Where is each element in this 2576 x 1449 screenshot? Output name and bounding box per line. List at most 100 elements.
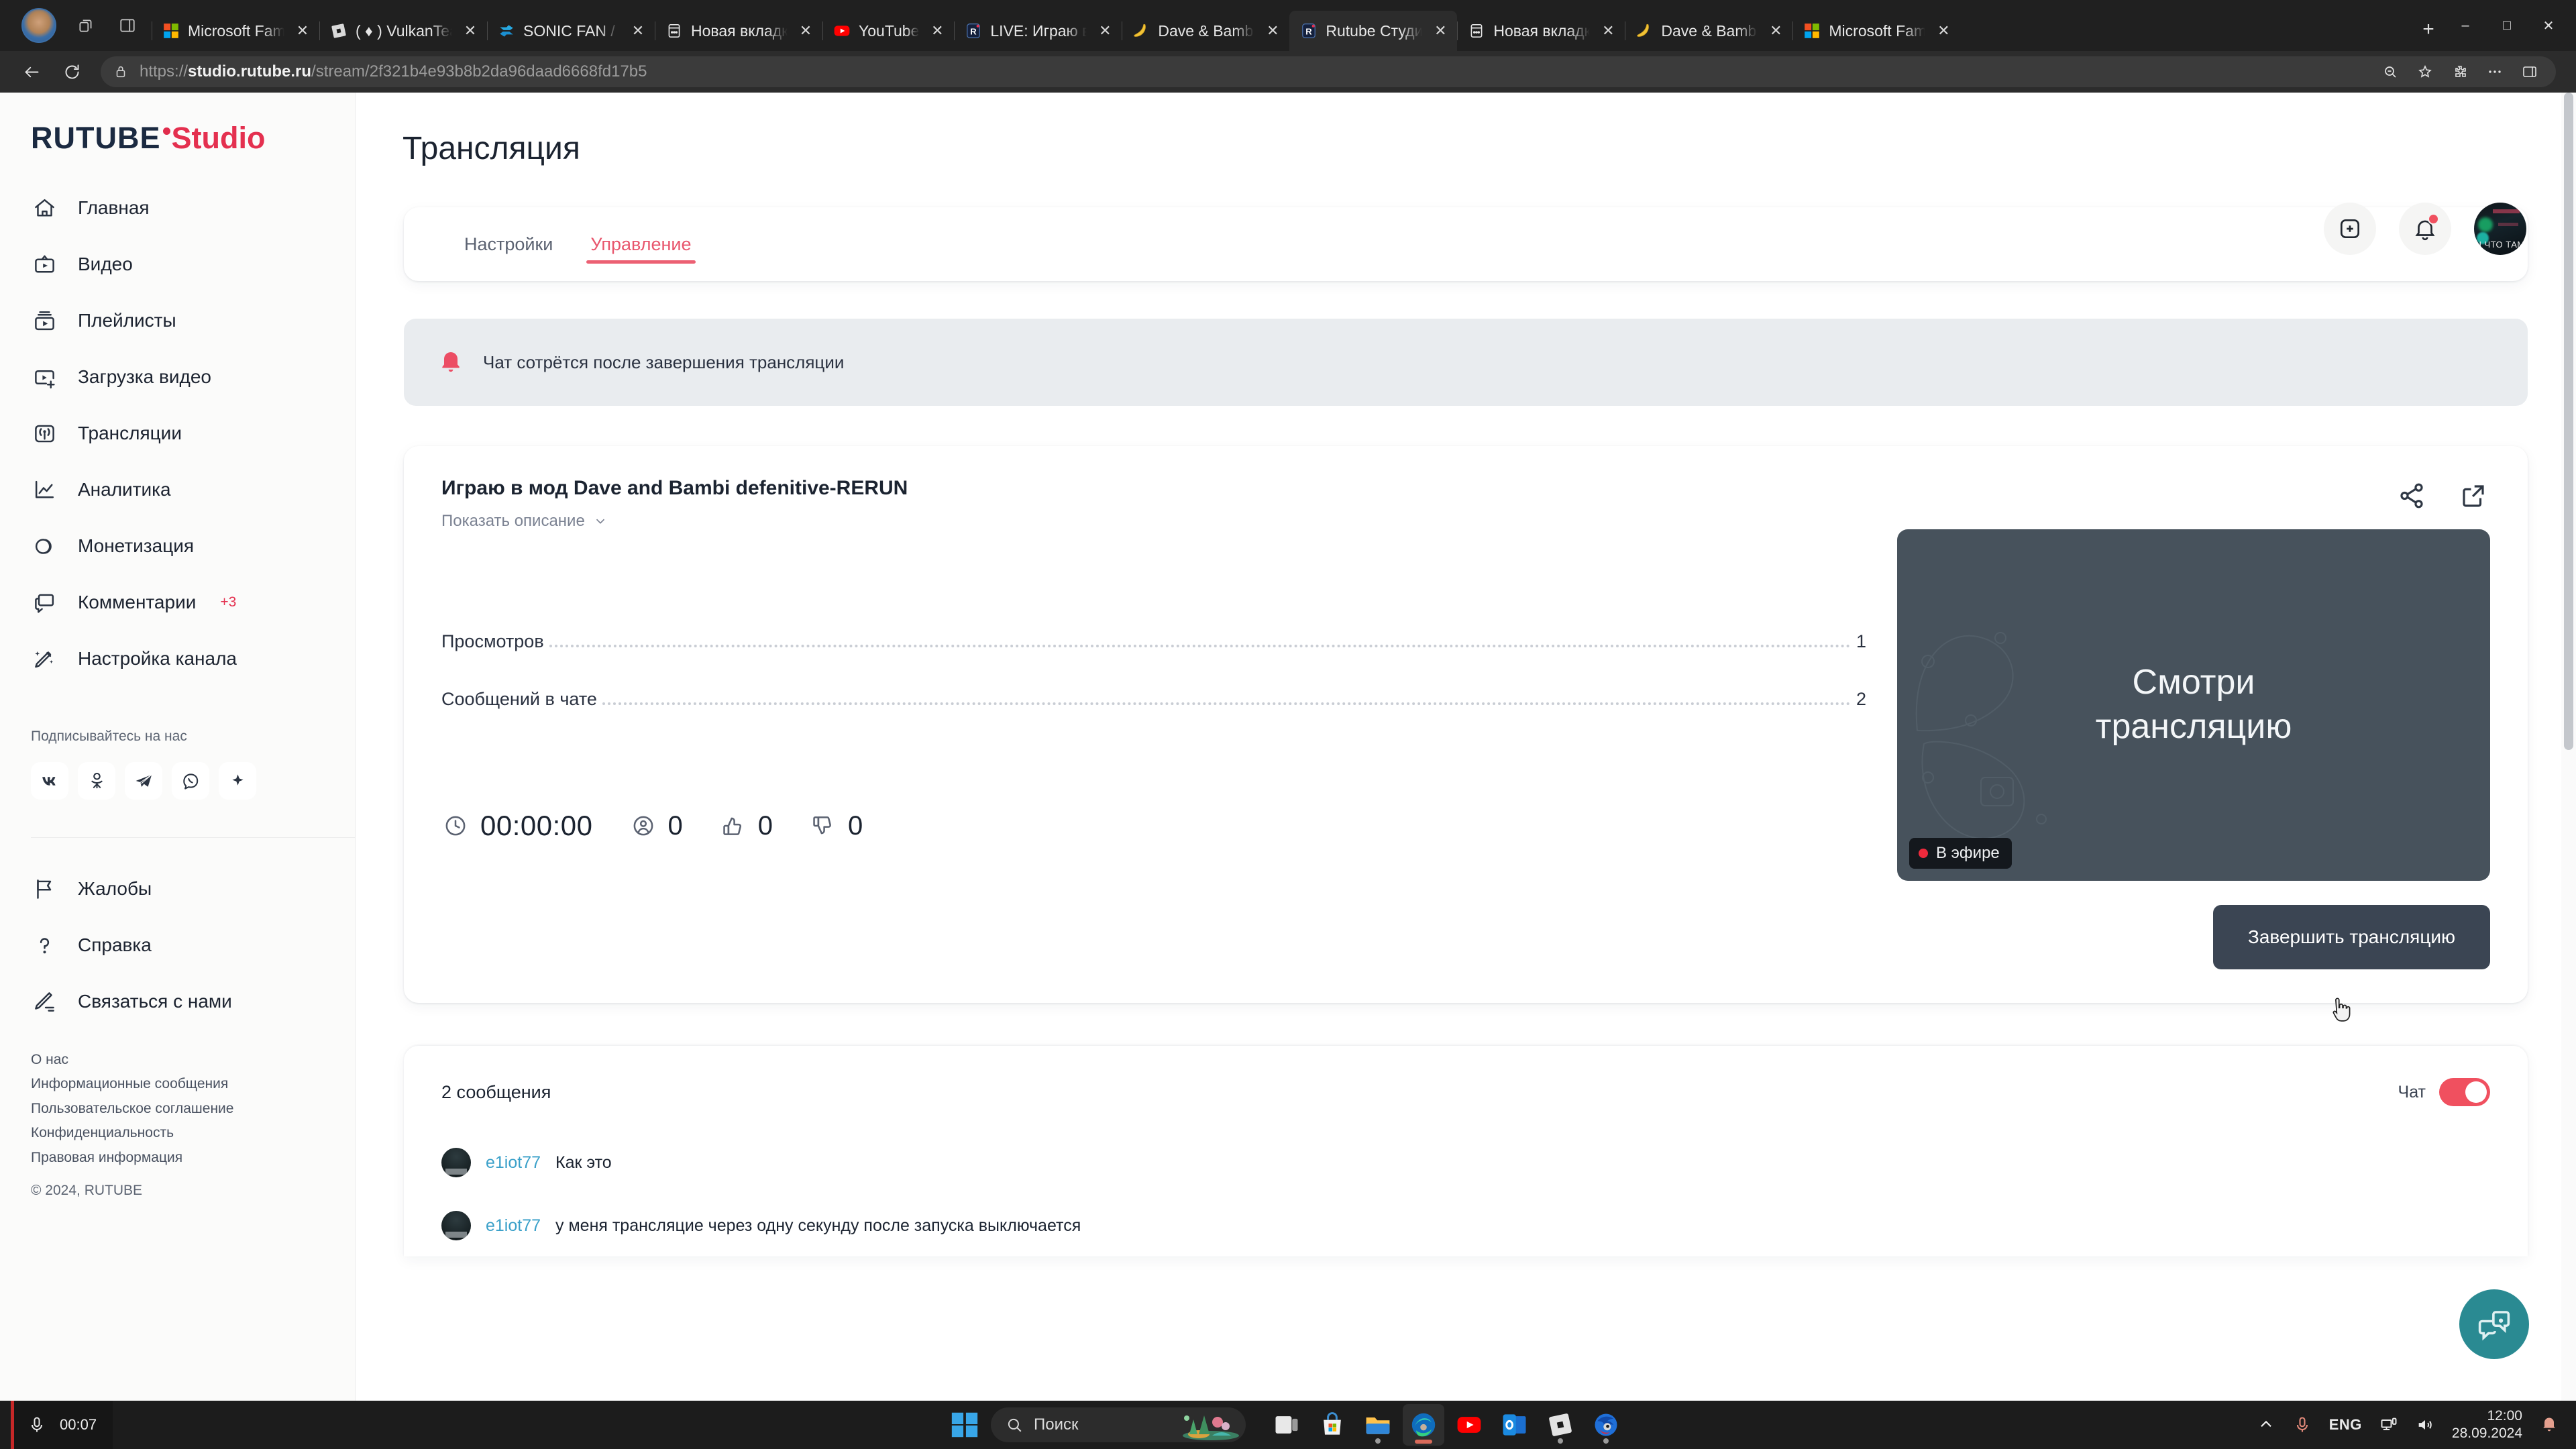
omnibox-actions [2375,56,2545,87]
sidebar-item-5[interactable]: Трансляции [0,405,355,462]
language-indicator[interactable]: ENG [2329,1416,2362,1434]
footer-link[interactable]: Пользовательское соглашение [31,1099,355,1119]
show-description-toggle[interactable]: Показать описание [441,512,1866,531]
user-avatar[interactable]: Ч ЧТО ТАМ [2474,203,2526,255]
tab-1[interactable]: Настройки [445,207,572,281]
back-button[interactable] [13,54,50,90]
browser-tab[interactable]: Dave & Bambi ✕ [1625,11,1792,51]
more-options-icon[interactable] [2479,56,2510,87]
sidebar-item-1[interactable]: Главная [0,180,355,236]
tab-close-icon[interactable]: ✕ [794,19,817,42]
tab-2[interactable]: Управление [572,207,710,281]
scrollbar-thumb[interactable] [2564,93,2573,750]
rutube-studio-logo[interactable]: RUTUBE Studio [0,93,355,180]
tab-close-icon[interactable]: ✕ [926,19,949,42]
tab-close-icon[interactable]: ✕ [459,19,482,42]
footer-link[interactable]: Конфиденциальность [31,1123,355,1143]
browser-tab[interactable]: R Rutube Студия ✕ [1289,11,1458,51]
maximize-button[interactable]: □ [2486,5,2528,46]
browser-sidebar-icon[interactable] [2514,56,2545,87]
browser-tab[interactable]: Новая вкладка ✕ [655,11,822,51]
comments-icon [31,589,58,616]
file-explorer-icon[interactable] [1357,1404,1399,1446]
page-scrollbar[interactable] [2561,93,2576,1401]
chat-toggle-switch[interactable] [2439,1078,2490,1106]
sidebar-secondary-item-2[interactable]: Справка [0,917,355,973]
vk-icon[interactable] [31,762,68,800]
sidebar-secondary-item-1[interactable]: Жалобы [0,861,355,917]
youtube-icon[interactable] [1448,1404,1490,1446]
plus-icon[interactable] [219,762,256,800]
share-icon[interactable] [2395,479,2428,513]
microsoft-store-icon[interactable] [1311,1404,1353,1446]
zoom-icon[interactable] [2375,56,2406,87]
bell-icon[interactable] [2399,203,2451,255]
sidebar-item-8[interactable]: Комментарии +3 [0,574,355,631]
stream-title: Играю в мод Dave and Bambi defenitive-RE… [441,477,908,499]
end-stream-button[interactable]: Завершить трансляцию [2212,905,2490,969]
browser-tab[interactable]: Dave & Bambi ✕ [1122,11,1289,51]
chevron-up-icon[interactable] [2257,1415,2275,1434]
browser-tab[interactable]: YouTube ✕ [822,11,954,51]
sidebar-secondary-item-3[interactable]: Связаться с нами [0,973,355,1030]
search-input[interactable]: Поиск [991,1407,1246,1442]
chat-message-username[interactable]: e1iot77 [486,1216,541,1236]
tab-collections-icon[interactable] [71,11,101,40]
sidebar-item-6[interactable]: Аналитика [0,462,355,518]
notification-bell-icon[interactable] [2540,1415,2559,1434]
tab-close-icon[interactable]: ✕ [1261,19,1284,42]
sidebar-item-9[interactable]: Настройка канала [0,631,355,687]
copyright-text: © 2024, RUTUBE [31,1183,143,1199]
sidebar-item-7[interactable]: Монетизация [0,518,355,574]
browser-tab[interactable]: SONIC FAN / С ✕ [487,11,655,51]
taskbar-clock[interactable]: 12:00 28.09.2024 [2452,1407,2522,1443]
ok-icon[interactable] [78,762,115,800]
tab-close-icon[interactable]: ✕ [1093,19,1116,42]
browser-tab[interactable]: Microsoft Fami ✕ [152,11,319,51]
sonic-icon[interactable] [1585,1404,1627,1446]
add-square-icon[interactable] [2324,203,2376,255]
stream-preview[interactable]: Смотри трансляцию В эфире [1897,529,2490,881]
tab-close-icon[interactable]: ✕ [1932,19,1955,42]
sidebar-item-3[interactable]: Плейлисты [0,292,355,349]
viber-icon[interactable] [172,762,209,800]
tab-close-icon[interactable]: ✕ [1597,19,1619,42]
favorites-star-icon[interactable] [2410,56,2440,87]
windows-icon[interactable] [949,1409,980,1440]
sidebar-item-2[interactable]: Видео [0,236,355,292]
chat-message-username[interactable]: e1iot77 [486,1153,541,1173]
sidebar-item-4[interactable]: Загрузка видео [0,349,355,405]
reload-button[interactable] [54,54,90,90]
browser-tab[interactable]: R LIVE: Играю в м ✕ [954,11,1122,51]
split-screen-icon[interactable] [113,11,142,40]
tab-close-icon[interactable]: ✕ [627,19,649,42]
open-external-icon[interactable] [2457,479,2490,513]
minimize-button[interactable]: – [2445,5,2486,46]
tab-close-icon[interactable]: ✕ [291,19,314,42]
task-view-icon[interactable] [1266,1404,1307,1446]
roblox-icon[interactable] [1540,1404,1581,1446]
browser-tab[interactable]: Новая вкладка ✕ [1457,11,1625,51]
network-icon[interactable] [2379,1415,2398,1434]
tab-close-icon[interactable]: ✕ [1429,19,1452,42]
browser-tab[interactable]: ( ♦ ) VulkanTea ✕ [319,11,487,51]
footer-link[interactable]: Правовая информация [31,1148,355,1168]
clock-time: 12:00 [2487,1407,2522,1424]
recording-indicator[interactable]: 00:07 [11,1401,113,1449]
browser-tab[interactable]: Microsoft Fami ✕ [1792,11,1960,51]
tab-close-icon[interactable]: ✕ [1764,19,1787,42]
volume-icon[interactable] [2416,1415,2434,1434]
outlook-icon[interactable] [1494,1404,1536,1446]
telegram-icon[interactable] [125,762,162,800]
extensions-icon[interactable] [2445,56,2475,87]
address-bar[interactable]: https://studio.rutube.ru/stream/2f321b4e… [101,56,2556,87]
support-chat-icon[interactable] [2459,1289,2529,1359]
microphone-muted-icon[interactable] [2293,1415,2312,1434]
footer-link[interactable]: Информационные сообщения [31,1074,355,1094]
edge-icon[interactable] [1403,1404,1444,1446]
close-button[interactable]: ✕ [2528,5,2569,46]
browser-profile-avatar[interactable] [21,8,56,43]
footer-link[interactable]: О нас [31,1050,355,1070]
analytics-icon [31,476,58,503]
new-tab-button[interactable]: + [2412,13,2445,46]
